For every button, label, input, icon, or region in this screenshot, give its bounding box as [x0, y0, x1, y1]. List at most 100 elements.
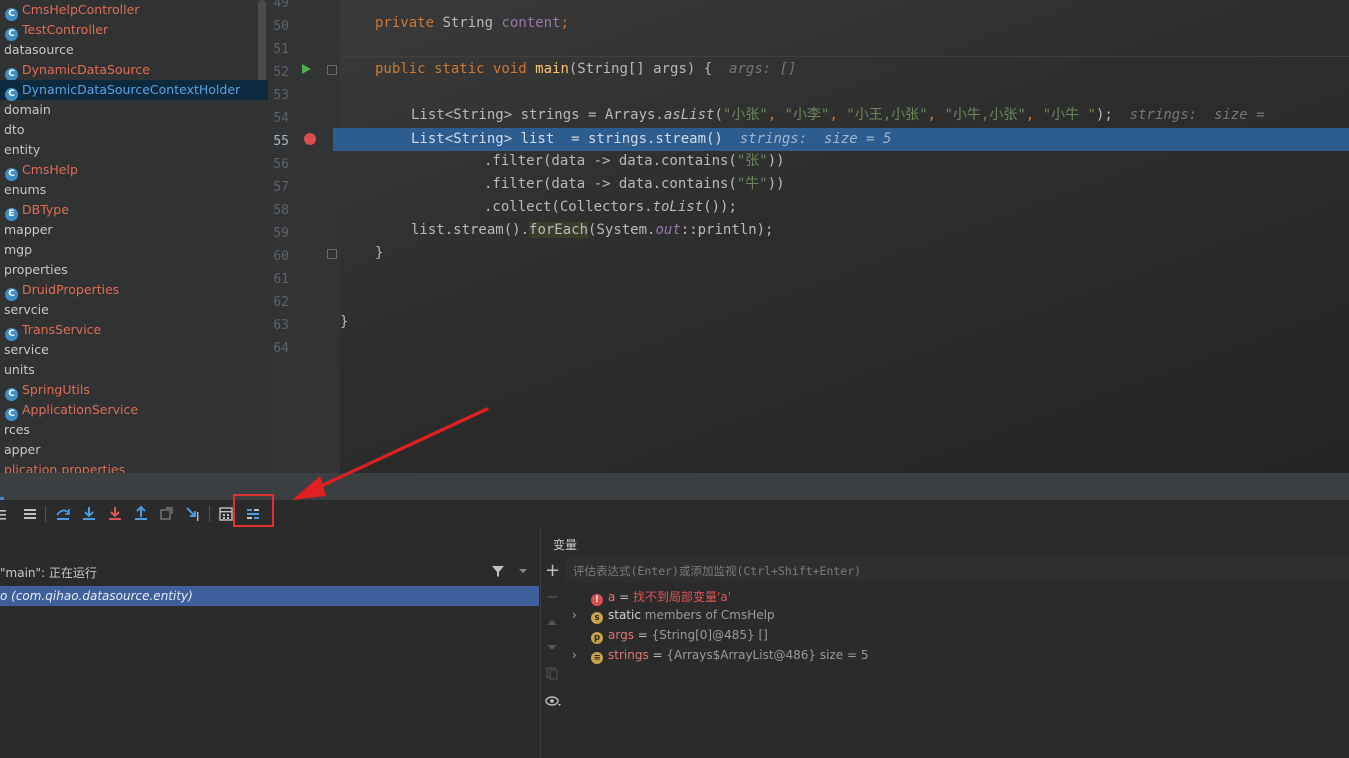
tree-item-label: CmsHelpController — [22, 2, 140, 17]
force-step-into-icon[interactable] — [106, 505, 124, 523]
frames-panel — [0, 528, 539, 758]
line-number: 61 — [273, 272, 289, 287]
code-line-55[interactable]: List<String> list = strings.stream() str… — [411, 128, 891, 151]
tree-item-label: units — [4, 362, 35, 377]
frames-list-icon[interactable] — [21, 505, 39, 523]
tree-item-label: ApplicationService — [22, 402, 139, 417]
tree-item-label: DynamicDataSourceContextHolder — [22, 82, 241, 97]
variable-equals: = — [648, 648, 667, 662]
expand-arrow-icon[interactable]: › — [572, 608, 591, 622]
variable-row[interactable]: › s static members of CmsHelp — [572, 608, 775, 624]
tree-item[interactable]: C ApplicationService — [0, 400, 139, 421]
variable-equals: = — [633, 628, 652, 642]
variable-value: {Arrays$ArrayList@486} size = 5 — [666, 648, 869, 662]
console-icon[interactable] — [0, 505, 12, 523]
tree-item[interactable]: C TransService — [0, 320, 101, 341]
tree-item[interactable]: C DynamicDataSource — [0, 60, 150, 81]
tree-item[interactable]: domain — [0, 100, 51, 120]
tree-item[interactable]: C SpringUtils — [0, 380, 90, 401]
tree-item-label: servcie — [4, 302, 49, 317]
toolbar-separator — [45, 506, 46, 522]
run-gutter-icon[interactable] — [302, 64, 311, 74]
run-to-cursor-icon[interactable] — [184, 505, 202, 523]
code-line-63[interactable]: } — [340, 311, 348, 334]
evaluate-placeholder: 评估表达式(Enter)或添加监视(Ctrl+Shift+Enter) — [573, 564, 862, 578]
frame-row-selected[interactable]: o (com.qihao.datasource.entity) — [0, 586, 539, 606]
tree-item[interactable]: C DynamicDataSourceContextHolder — [0, 80, 268, 101]
line-number: 59 — [273, 226, 289, 241]
tree-item[interactable]: units — [0, 360, 35, 380]
add-watch-icon[interactable]: + — [545, 560, 560, 581]
variable-name: static — [608, 608, 641, 622]
remove-watch-icon[interactable]: − — [546, 587, 559, 606]
tree-item[interactable]: properties — [0, 260, 68, 280]
code-line-58[interactable]: .collect(Collectors.toList()); — [484, 196, 737, 219]
tree-item-label: dto — [4, 122, 25, 137]
tree-item[interactable]: C CmsHelpController — [0, 0, 140, 21]
watch-eye-icon[interactable] — [544, 694, 562, 708]
code-line-56[interactable]: .filter(data -> data.contains("张")) — [484, 150, 785, 173]
tree-item[interactable]: mgp — [0, 240, 32, 260]
tree-item[interactable]: servcie — [0, 300, 49, 320]
filter-icon[interactable] — [490, 563, 506, 579]
code-line-60[interactable]: } — [375, 242, 383, 265]
variable-row[interactable]: ! a = 找不到局部变量'a' — [572, 588, 731, 606]
tree-item-label: rces — [4, 422, 30, 437]
copy-icon[interactable] — [545, 666, 559, 680]
tree-item-label: SpringUtils — [22, 382, 90, 397]
tree-item-label: service — [4, 342, 49, 357]
tree-item[interactable]: apper — [0, 440, 40, 460]
tree-item-label: TestController — [22, 22, 109, 37]
variable-row[interactable]: p args = {String[0]@485} [] — [572, 628, 768, 644]
step-out-icon[interactable] — [132, 505, 150, 523]
tree-item[interactable]: datasource — [0, 40, 74, 60]
evaluate-expression-input[interactable]: 评估表达式(Enter)或添加监视(Ctrl+Shift+Enter) — [566, 558, 1349, 582]
tree-item-label: DruidProperties — [22, 282, 120, 297]
thread-label[interactable]: "main": 正在运行 — [0, 564, 97, 581]
line-number: 51 — [273, 42, 289, 57]
line-number: 60 — [273, 249, 289, 264]
tree-item-label: mgp — [4, 242, 33, 257]
debug-tab-bar — [0, 473, 1349, 501]
tree-item-label: mapper — [4, 222, 53, 237]
tree-item[interactable]: C TestController — [0, 20, 109, 41]
tree-item-label: DBType — [22, 202, 69, 217]
line-number: 58 — [273, 203, 289, 218]
step-over-icon[interactable] — [54, 505, 72, 523]
code-line-52[interactable]: public static void main(String[] args) {… — [375, 58, 796, 81]
tree-item-label: CmsHelp — [22, 162, 78, 177]
variable-equals: = — [615, 590, 634, 604]
move-down-icon[interactable] — [545, 642, 559, 654]
tree-item[interactable]: C CmsHelp — [0, 160, 78, 181]
code-line-50[interactable]: private String content; — [375, 12, 569, 35]
expand-arrow-icon[interactable]: › — [572, 648, 591, 662]
line-number: 54 — [273, 111, 289, 126]
chevron-down-icon[interactable] — [517, 566, 529, 576]
tree-item[interactable]: entity — [0, 140, 40, 160]
breakpoint-icon[interactable] — [304, 133, 316, 145]
tree-item-label: domain — [4, 102, 51, 117]
tree-item[interactable]: plication.properties — [0, 460, 125, 473]
code-line-59[interactable]: list.stream().forEach(System.out::printl… — [411, 219, 773, 242]
drop-frame-icon[interactable] — [158, 505, 176, 523]
line-number: 62 — [273, 295, 289, 310]
tree-item[interactable]: C DruidProperties — [0, 280, 120, 301]
code-line-54[interactable]: List<String> strings = Arrays.asList("小张… — [411, 104, 1273, 127]
param-badge-icon: p — [591, 632, 603, 644]
tree-item[interactable]: E DBType — [0, 200, 69, 221]
tree-item[interactable]: dto — [0, 120, 24, 140]
tree-item[interactable]: enums — [0, 180, 46, 200]
tree-item[interactable]: rces — [0, 420, 30, 440]
fold-icon[interactable] — [327, 249, 337, 259]
move-up-icon[interactable] — [545, 616, 559, 628]
code-line-57[interactable]: .filter(data -> data.contains("牛")) — [484, 173, 785, 196]
tree-item[interactable]: service — [0, 340, 49, 360]
variable-row[interactable]: › ≡ strings = {Arrays$ArrayList@486} size … — [572, 648, 868, 664]
variable-value: 找不到局部变量'a' — [633, 590, 731, 604]
line-number: 64 — [273, 341, 289, 356]
annotation-arrow — [292, 407, 489, 500]
fold-icon[interactable] — [327, 65, 337, 75]
tree-item[interactable]: mapper — [0, 220, 53, 240]
variable-value: {String[0]@485} [] — [651, 628, 768, 642]
step-into-icon[interactable] — [80, 505, 98, 523]
